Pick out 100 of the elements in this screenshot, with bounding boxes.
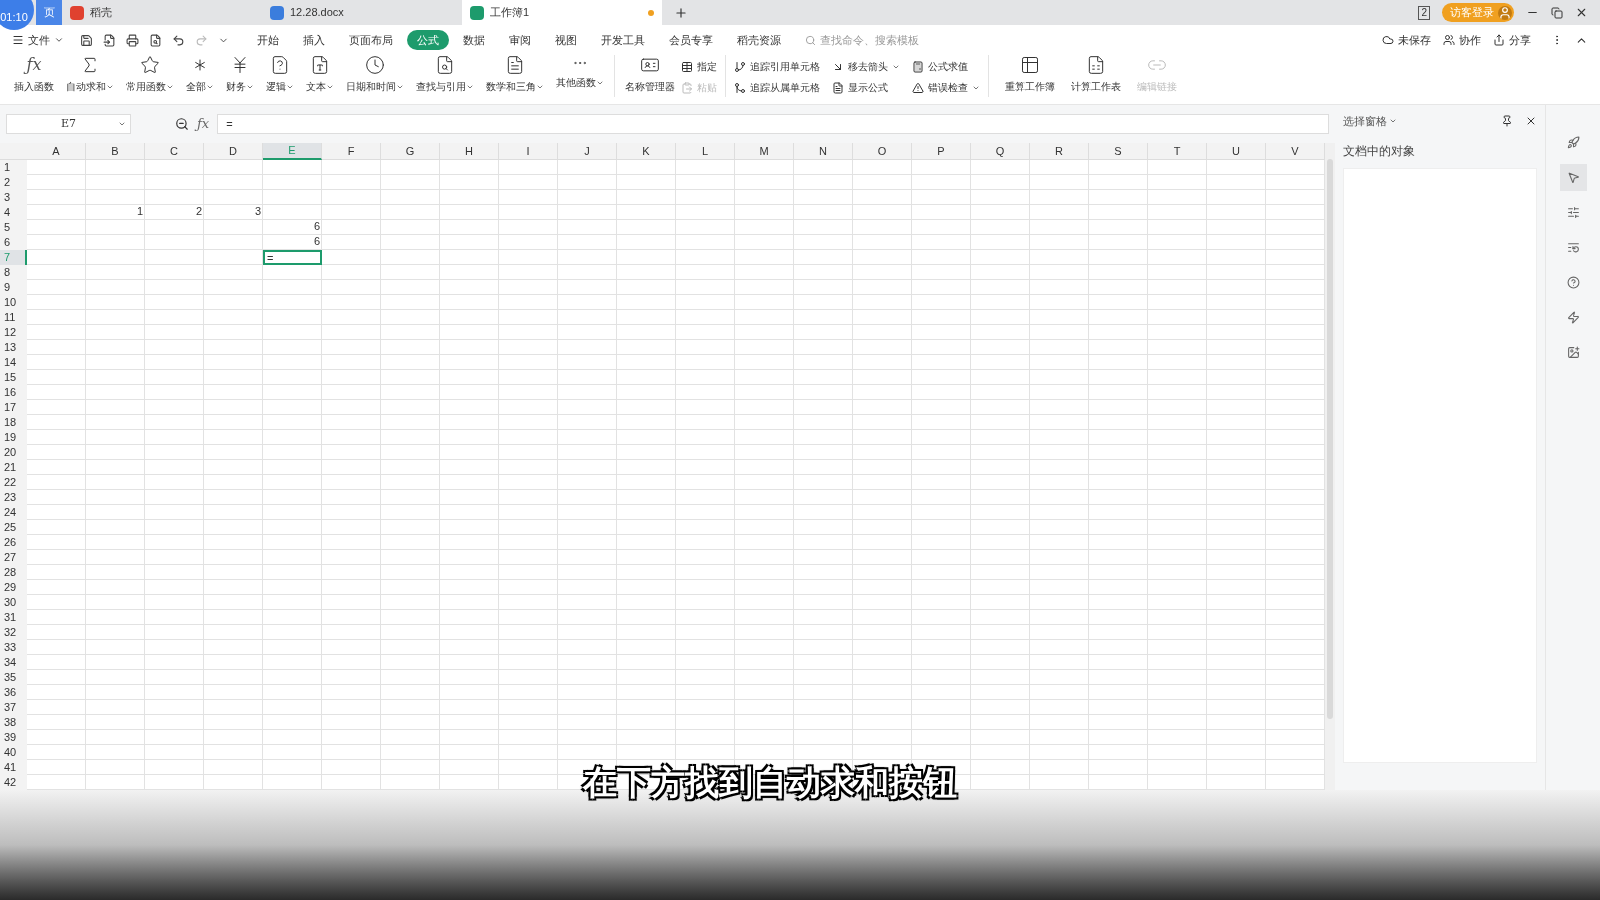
row-header[interactable]: 10 bbox=[0, 295, 27, 310]
header-action-button[interactable]: 未保存 bbox=[1382, 31, 1431, 49]
column-header[interactable]: U bbox=[1207, 143, 1266, 160]
row-header[interactable]: 2 bbox=[0, 175, 27, 190]
ribbon-small-button[interactable]: 指定 bbox=[681, 59, 717, 74]
vertical-scrollbar[interactable] bbox=[1325, 143, 1335, 790]
row-header[interactable]: 11 bbox=[0, 310, 27, 325]
command-search-field[interactable]: 查找命令、搜索模板 bbox=[805, 31, 940, 49]
ribbon-tab[interactable]: 开始 bbox=[247, 29, 289, 51]
table-cell[interactable]: 6 bbox=[263, 220, 322, 235]
close-icon[interactable] bbox=[1575, 6, 1588, 19]
pane-title[interactable]: 选择窗格 bbox=[1343, 113, 1387, 130]
row-header[interactable]: 37 bbox=[0, 700, 27, 715]
document-tab[interactable]: 12.28.docx bbox=[262, 0, 462, 25]
row-header[interactable]: 18 bbox=[0, 415, 27, 430]
column-header[interactable]: M bbox=[735, 143, 794, 160]
pin-icon[interactable] bbox=[1501, 115, 1513, 128]
document-tab[interactable]: 工作簿1 bbox=[462, 0, 662, 25]
ribbon-button[interactable]: 常用函数 bbox=[120, 55, 180, 94]
table-cell[interactable]: 6 bbox=[263, 235, 322, 250]
undo-icon[interactable] bbox=[172, 33, 185, 47]
row-header[interactable]: 32 bbox=[0, 625, 27, 640]
header-action-button[interactable]: 协作 bbox=[1443, 31, 1481, 49]
header-action-button[interactable]: 分享 bbox=[1493, 31, 1531, 49]
row-header[interactable]: 12 bbox=[0, 325, 27, 340]
row-header[interactable]: 24 bbox=[0, 505, 27, 520]
side-tool-button[interactable] bbox=[1559, 164, 1587, 191]
export-icon[interactable] bbox=[103, 33, 116, 47]
ribbon-tab[interactable]: 插入 bbox=[293, 29, 335, 51]
row-header[interactable]: 34 bbox=[0, 655, 27, 670]
row-header[interactable]: 16 bbox=[0, 385, 27, 400]
document-tab[interactable]: 稻壳 bbox=[62, 0, 262, 25]
column-header[interactable]: T bbox=[1148, 143, 1207, 160]
row-header[interactable]: 31 bbox=[0, 610, 27, 625]
column-header[interactable]: O bbox=[853, 143, 912, 160]
zoom-out-icon[interactable] bbox=[175, 117, 189, 131]
row-header[interactable]: 33 bbox=[0, 640, 27, 655]
formula-field[interactable]: = bbox=[217, 114, 1329, 134]
row-header[interactable]: 13 bbox=[0, 340, 27, 355]
name-box[interactable]: E7 bbox=[6, 114, 131, 134]
row-header[interactable]: 29 bbox=[0, 580, 27, 595]
column-header[interactable]: A bbox=[27, 143, 86, 160]
row-header[interactable]: 19 bbox=[0, 430, 27, 445]
ribbon-button[interactable]: 查找与引用 bbox=[410, 55, 480, 94]
column-header[interactable]: D bbox=[204, 143, 263, 160]
preview-icon[interactable] bbox=[149, 33, 162, 47]
ribbon-small-button[interactable]: 显示公式 bbox=[832, 80, 900, 95]
row-header[interactable]: 25 bbox=[0, 520, 27, 535]
column-header[interactable]: H bbox=[440, 143, 499, 160]
row-header[interactable]: 39 bbox=[0, 730, 27, 745]
ribbon-button[interactable]: 其他函数 bbox=[550, 55, 610, 90]
ribbon-small-button[interactable]: 错误检查 bbox=[912, 80, 980, 95]
ribbon-tab[interactable]: 开发工具 bbox=[591, 29, 655, 51]
row-header[interactable]: 3 bbox=[0, 190, 27, 205]
column-header[interactable]: I bbox=[499, 143, 558, 160]
ribbon-button[interactable]: 自动求和 bbox=[60, 55, 120, 94]
row-header[interactable]: 38 bbox=[0, 715, 27, 730]
row-header[interactable]: 6 bbox=[0, 235, 27, 250]
ribbon-tab[interactable]: 视图 bbox=[545, 29, 587, 51]
ribbon-tab[interactable]: 稻壳资源 bbox=[727, 29, 791, 51]
file-menu[interactable]: 文件 bbox=[12, 31, 64, 49]
print-icon[interactable] bbox=[126, 33, 139, 47]
row-header[interactable]: 42 bbox=[0, 775, 27, 790]
table-cell[interactable]: 1 bbox=[86, 205, 145, 220]
table-cell[interactable]: 2 bbox=[145, 205, 204, 220]
column-header[interactable]: K bbox=[617, 143, 676, 160]
ribbon-tab[interactable]: 数据 bbox=[453, 29, 495, 51]
ribbon-button[interactable]: 重算工作簿 bbox=[997, 55, 1063, 94]
row-header[interactable]: 35 bbox=[0, 670, 27, 685]
column-header[interactable]: L bbox=[676, 143, 735, 160]
ribbon-small-button[interactable]: 公式求值 bbox=[912, 59, 980, 74]
ribbon-button[interactable]: 文本 bbox=[300, 55, 340, 94]
row-header[interactable]: 20 bbox=[0, 445, 27, 460]
document-tab[interactable]: 页 bbox=[36, 0, 62, 25]
row-header[interactable]: 17 bbox=[0, 400, 27, 415]
column-header[interactable]: B bbox=[86, 143, 145, 160]
table-cell[interactable]: = bbox=[263, 250, 322, 265]
column-header[interactable]: G bbox=[381, 143, 440, 160]
column-header[interactable]: C bbox=[145, 143, 204, 160]
restore-icon[interactable] bbox=[1551, 6, 1563, 19]
table-cell[interactable]: 3 bbox=[204, 205, 263, 220]
window-count-badge[interactable]: 2 bbox=[1418, 5, 1430, 20]
row-header[interactable]: 28 bbox=[0, 565, 27, 580]
ribbon-button[interactable]: 财务 bbox=[220, 55, 260, 94]
row-header[interactable]: 26 bbox=[0, 535, 27, 550]
ribbon-button[interactable]: ƒx 插入函数 bbox=[8, 55, 60, 94]
row-header[interactable]: 36 bbox=[0, 685, 27, 700]
ribbon-button[interactable]: 逻辑 bbox=[260, 55, 300, 94]
column-header[interactable]: J bbox=[558, 143, 617, 160]
row-header[interactable]: 22 bbox=[0, 475, 27, 490]
ribbon-small-button[interactable]: 追踪引用单元格 bbox=[734, 59, 820, 74]
column-header[interactable]: P bbox=[912, 143, 971, 160]
row-header[interactable]: 5 bbox=[0, 220, 27, 235]
row-header[interactable]: 41 bbox=[0, 760, 27, 775]
row-header[interactable]: 1 bbox=[0, 160, 27, 175]
row-header[interactable]: 40 bbox=[0, 745, 27, 760]
ribbon-small-button[interactable]: 移去箭头 bbox=[832, 59, 900, 74]
ribbon-button[interactable]: 数学和三角 bbox=[480, 55, 550, 94]
column-header[interactable]: Q bbox=[971, 143, 1030, 160]
ribbon-tab[interactable]: 公式 bbox=[407, 29, 449, 51]
